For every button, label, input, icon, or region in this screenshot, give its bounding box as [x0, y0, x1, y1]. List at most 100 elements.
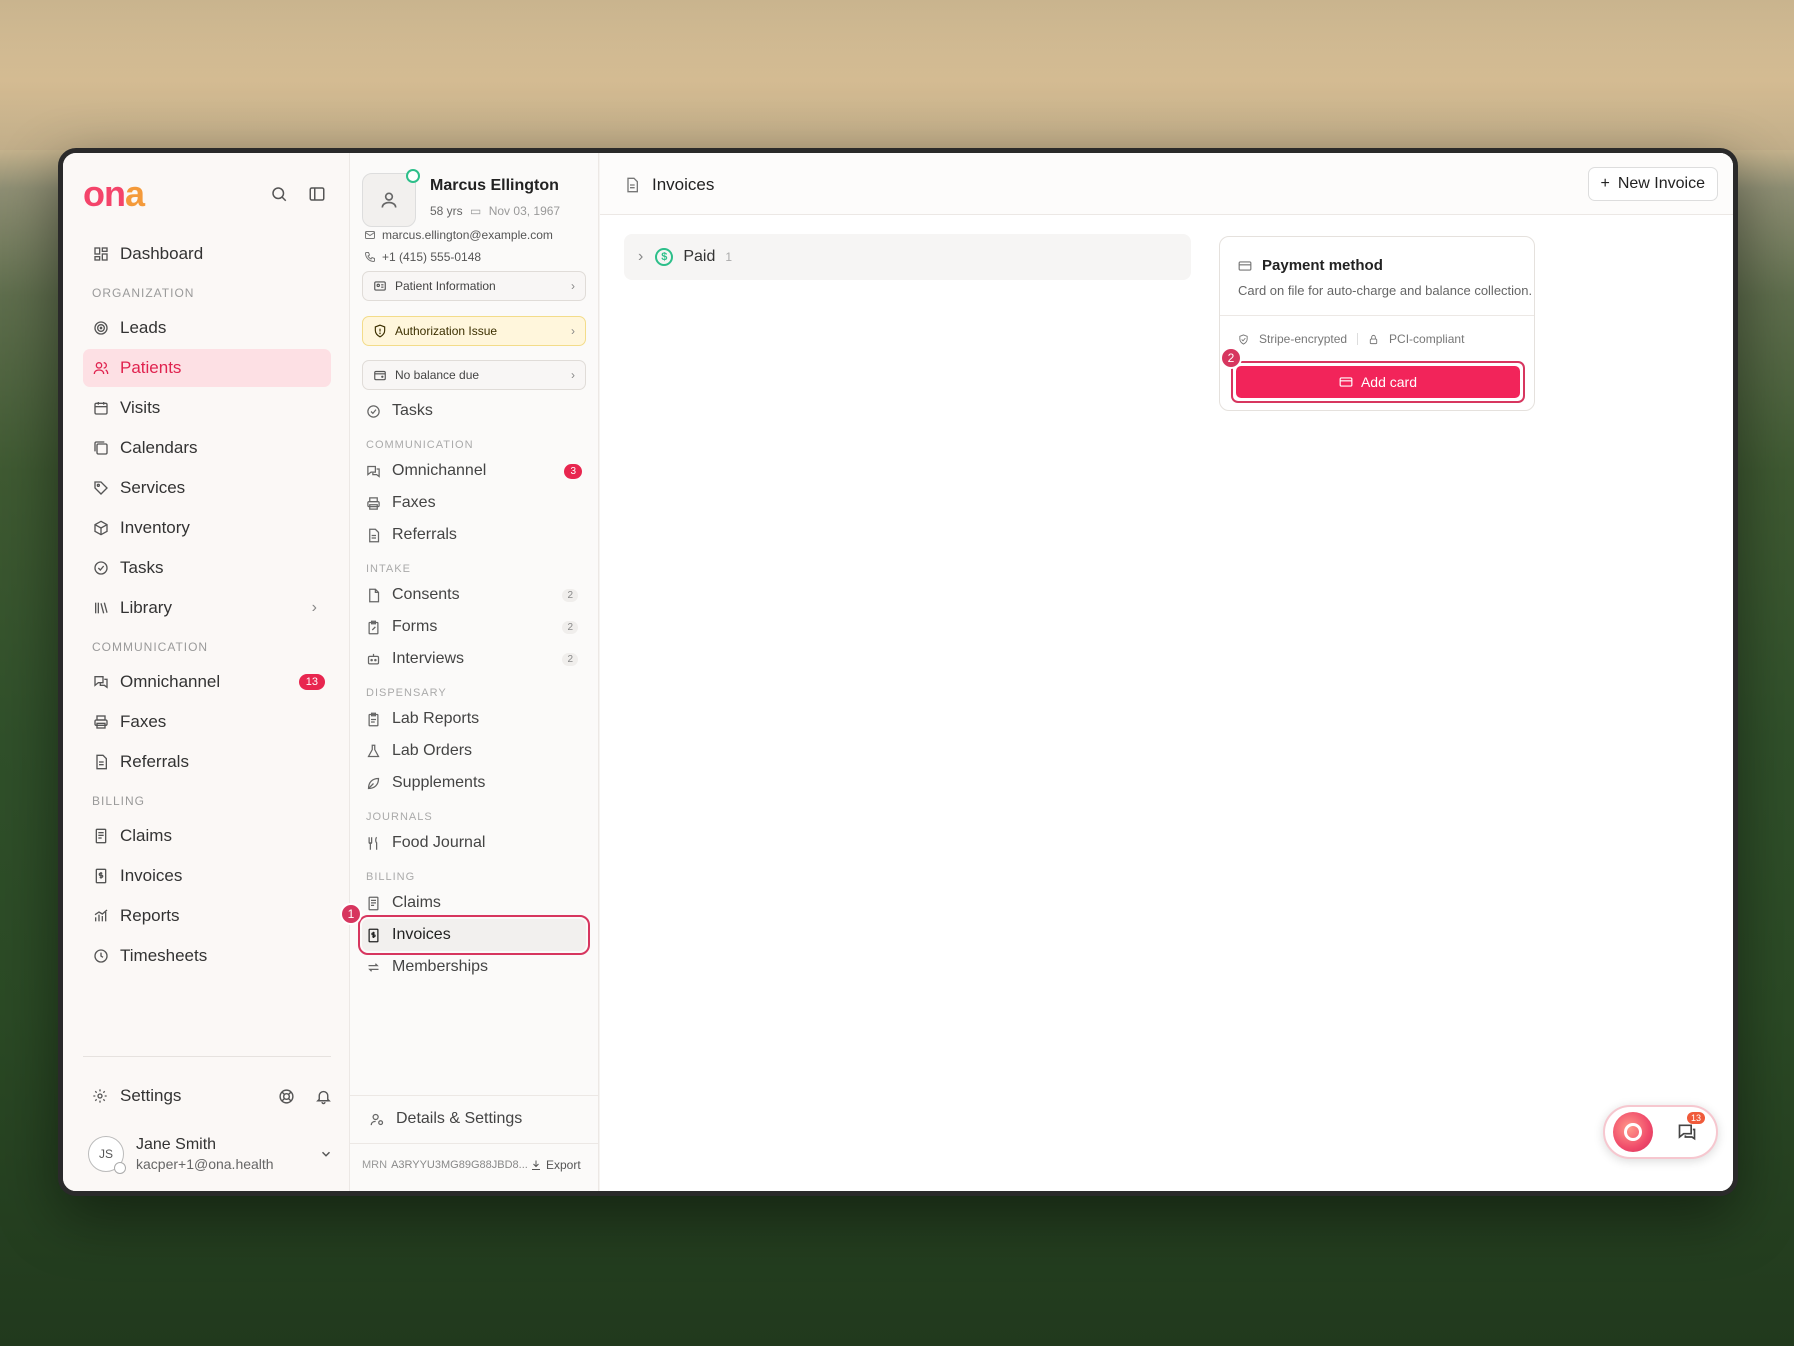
- nav-library[interactable]: Library ›: [83, 589, 331, 627]
- pci-compliant-tag: PCI-compliant: [1389, 332, 1465, 346]
- payment-security-tags: Stripe-encrypted PCI-compliant: [1238, 332, 1464, 346]
- patient-nav-details-settings[interactable]: Details & Settings: [366, 1103, 590, 1135]
- patient-nav-forms[interactable]: Forms 2: [362, 611, 586, 643]
- patient-info-label: Patient Information: [395, 279, 496, 293]
- patient-nav-lab-reports-label: Lab Reports: [392, 710, 480, 727]
- nav-referrals[interactable]: Referrals: [83, 743, 331, 781]
- status-clock-icon: [114, 1162, 126, 1174]
- patient-dob: Nov 03, 1967: [488, 204, 561, 218]
- user-name: Jane Smith: [136, 1136, 217, 1153]
- user-initials: JS: [98, 1147, 113, 1161]
- nav-reports-label: Reports: [120, 906, 180, 925]
- chevron-down-icon: [319, 1147, 333, 1161]
- bell-icon[interactable]: [315, 1088, 332, 1105]
- sidebar-toggle-icon[interactable]: [306, 183, 328, 205]
- patient-email[interactable]: marcus.ellington@example.com: [382, 228, 553, 242]
- patient-section-intake: INTAKE: [366, 563, 411, 575]
- nav-visits[interactable]: Visits: [83, 389, 331, 427]
- balance-card[interactable]: No balance due ›: [362, 360, 586, 390]
- nav-services[interactable]: Services: [83, 469, 331, 507]
- patient-nav-forms-label: Forms: [392, 618, 438, 635]
- patient-age: 58 yrs: [430, 204, 463, 218]
- nav-dashboard-label: Dashboard: [120, 244, 204, 263]
- nav-faxes[interactable]: Faxes: [83, 703, 331, 741]
- mail-icon: [365, 231, 375, 239]
- patient-nav-interviews-label: Interviews: [392, 650, 465, 667]
- export-button[interactable]: Export: [530, 1158, 581, 1172]
- main-nav: Dashboard ORGANIZATION Leads Patients Vi…: [83, 235, 331, 977]
- messages-icon[interactable]: 13: [1677, 1112, 1705, 1142]
- patient-nav-claims-label: Claims: [392, 894, 441, 911]
- patient-nav-omnichannel[interactable]: Omnichannel 3: [362, 455, 586, 487]
- wallet-icon: [373, 368, 387, 382]
- nav-inventory[interactable]: Inventory: [83, 509, 331, 547]
- nav-calendars-label: Calendars: [120, 438, 198, 457]
- authorization-issue-card[interactable]: Authorization Issue ›: [362, 316, 586, 346]
- gear-icon: [92, 1088, 110, 1104]
- utensils-icon: [366, 835, 382, 851]
- patient-nav-lab-reports[interactable]: Lab Reports: [362, 703, 586, 735]
- patient-nav-claims[interactable]: Claims: [362, 887, 586, 919]
- forms-count: 2: [562, 620, 578, 634]
- patient-nav-food-journal[interactable]: Food Journal: [362, 827, 586, 859]
- patient-phone[interactable]: +1 (415) 555-0148: [382, 250, 481, 264]
- nav-reports[interactable]: Reports: [83, 897, 331, 935]
- patient-nav-supplements-label: Supplements: [392, 774, 486, 791]
- settings-link[interactable]: Settings: [120, 1086, 181, 1106]
- chevron-right-icon: ›: [571, 324, 575, 338]
- add-card-button[interactable]: Add card: [1236, 366, 1520, 398]
- nav-invoices-label: Invoices: [120, 866, 183, 885]
- add-card-label: Add card: [1360, 374, 1418, 390]
- target-icon: [92, 319, 110, 337]
- patient-nav-invoices-label: Invoices: [392, 926, 451, 943]
- user-email: kacper+1@ona.health: [136, 1156, 274, 1172]
- paid-invoices-group[interactable]: › $ Paid 1: [624, 234, 1191, 280]
- nav-tasks-label: Tasks: [120, 558, 164, 577]
- patient-nav-supplements[interactable]: Supplements: [362, 767, 586, 799]
- patient-nav-tasks[interactable]: Tasks: [362, 395, 586, 427]
- users-icon: [92, 359, 110, 377]
- ona-logo[interactable]: ona: [83, 173, 145, 215]
- phone-icon: [364, 252, 375, 263]
- patient-nav-interviews[interactable]: Interviews 2: [362, 643, 586, 675]
- mrn-value[interactable]: A3RYYU3MG89G88JBD8...: [391, 1159, 528, 1171]
- patient-nav-lab-orders[interactable]: Lab Orders: [362, 735, 586, 767]
- user-settings-icon: [370, 1111, 386, 1127]
- user-menu[interactable]: JS Jane Smith kacper+1@ona.health: [88, 1131, 333, 1177]
- assistant-logo-icon[interactable]: [1613, 1112, 1653, 1152]
- patient-nav-referrals[interactable]: Referrals: [362, 519, 586, 551]
- new-invoice-button[interactable]: + New Invoice: [1587, 167, 1718, 201]
- id-card-icon: [373, 279, 387, 293]
- nav-claims[interactable]: Claims: [83, 817, 331, 855]
- patient-nav-memberships[interactable]: Memberships: [362, 951, 586, 983]
- credit-card-icon: [1238, 260, 1252, 271]
- consents-count: 2: [562, 588, 578, 602]
- help-lifebuoy-icon[interactable]: [278, 1088, 295, 1105]
- patient-section-dispensary: DISPENSARY: [366, 687, 447, 699]
- patient-nav-faxes[interactable]: Faxes: [362, 487, 586, 519]
- nav-omnichannel[interactable]: Omnichannel 13: [83, 663, 331, 701]
- nav-timesheets[interactable]: Timesheets: [83, 937, 331, 975]
- online-status-icon: [406, 169, 420, 183]
- nav-tasks[interactable]: Tasks: [83, 549, 331, 587]
- nav-calendars[interactable]: Calendars: [83, 429, 331, 467]
- left-sidebar: ona Dashboard ORGANIZATION Leads Patient…: [63, 153, 349, 1191]
- clipboard-icon: [366, 711, 382, 727]
- patient-nav-consents[interactable]: Consents 2: [362, 579, 586, 611]
- patient-email-row: marcus.ellington@example.com: [364, 228, 553, 242]
- search-icon[interactable]: [268, 183, 290, 205]
- patient-nav-invoices[interactable]: Invoices: [358, 915, 590, 955]
- paid-group-count: 1: [725, 250, 733, 264]
- check-circle-icon: [92, 559, 110, 577]
- patient-nav-tasks-label: Tasks: [392, 402, 433, 419]
- chat-widget[interactable]: 13: [1603, 1105, 1718, 1159]
- section-communication: COMMUNICATION: [92, 640, 209, 654]
- nav-invoices[interactable]: Invoices: [83, 857, 331, 895]
- payment-card-divider: [1220, 315, 1534, 316]
- nav-dashboard[interactable]: Dashboard: [83, 235, 331, 273]
- nav-leads[interactable]: Leads: [83, 309, 331, 347]
- nav-patients[interactable]: Patients: [83, 349, 331, 387]
- dashboard-icon: [92, 245, 110, 263]
- bot-icon: [366, 651, 382, 667]
- patient-info-card[interactable]: Patient Information ›: [362, 271, 586, 301]
